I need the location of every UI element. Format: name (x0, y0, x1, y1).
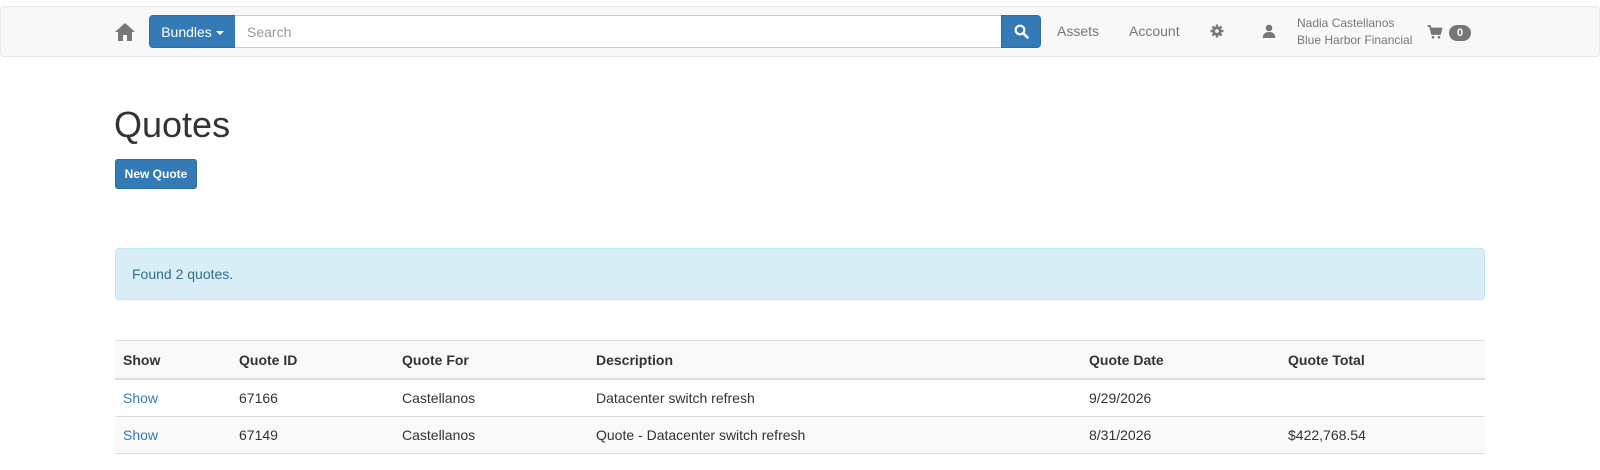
header-description: Description (588, 340, 1081, 380)
top-navbar: Bundles Assets Account Nadia C (0, 6, 1600, 57)
table-header-row: Show Quote ID Quote For Description Quot… (115, 340, 1485, 380)
cart-icon[interactable] (1427, 25, 1443, 42)
new-quote-button[interactable]: New Quote (115, 159, 197, 189)
cell-description: Datacenter switch refresh (588, 378, 1081, 417)
search-button[interactable] (1001, 15, 1041, 48)
header-show: Show (115, 340, 231, 380)
cell-quote-id: 67166 (231, 378, 394, 417)
cell-show: Show (115, 378, 231, 417)
assets-link[interactable]: Assets (1057, 23, 1099, 39)
header-quote-date: Quote Date (1081, 340, 1280, 380)
caret-down-icon (215, 30, 224, 35)
cell-description: Quote - Datacenter switch refresh (588, 416, 1081, 454)
page-title: Quotes (114, 104, 231, 145)
cell-quote-id: 67149 (231, 416, 394, 454)
table-row: Show 67149 Castellanos Quote - Datacente… (115, 416, 1485, 454)
company-name: Blue Harbor Financial (1297, 33, 1413, 47)
cell-quote-for: Castellanos (394, 378, 588, 417)
user-info[interactable]: Nadia Castellanos Blue Harbor Financial (1297, 15, 1412, 49)
header-quote-total: Quote Total (1280, 340, 1485, 380)
header-quote-id: Quote ID (231, 340, 394, 380)
cell-quote-total: $422,768.54 (1280, 416, 1485, 454)
table-row: Show 67166 Castellanos Datacenter switch… (115, 378, 1485, 417)
results-alert: Found 2 quotes. (115, 248, 1485, 300)
quotes-table: Show Quote ID Quote For Description Quot… (115, 340, 1485, 454)
account-link[interactable]: Account (1129, 23, 1180, 39)
alert-text: Found 2 quotes. (132, 266, 234, 282)
search-icon (1014, 24, 1029, 39)
user-name: Nadia Castellanos (1297, 16, 1395, 30)
gear-icon[interactable] (1210, 24, 1224, 41)
cell-quote-date: 8/31/2026 (1081, 416, 1280, 454)
show-quote-link[interactable]: Show (123, 390, 158, 406)
cell-quote-date: 9/29/2026 (1081, 378, 1280, 417)
bundles-dropdown-button[interactable]: Bundles (149, 15, 236, 48)
home-icon[interactable] (114, 22, 136, 42)
user-icon[interactable] (1262, 24, 1276, 41)
cell-quote-for: Castellanos (394, 416, 588, 454)
cell-show: Show (115, 416, 231, 454)
header-quote-for: Quote For (394, 340, 588, 380)
search-input[interactable] (235, 15, 1001, 48)
cart-count-badge[interactable]: 0 (1449, 25, 1471, 41)
bundles-label: Bundles (161, 23, 212, 40)
show-quote-link[interactable]: Show (123, 427, 158, 443)
cell-quote-total (1280, 378, 1485, 417)
